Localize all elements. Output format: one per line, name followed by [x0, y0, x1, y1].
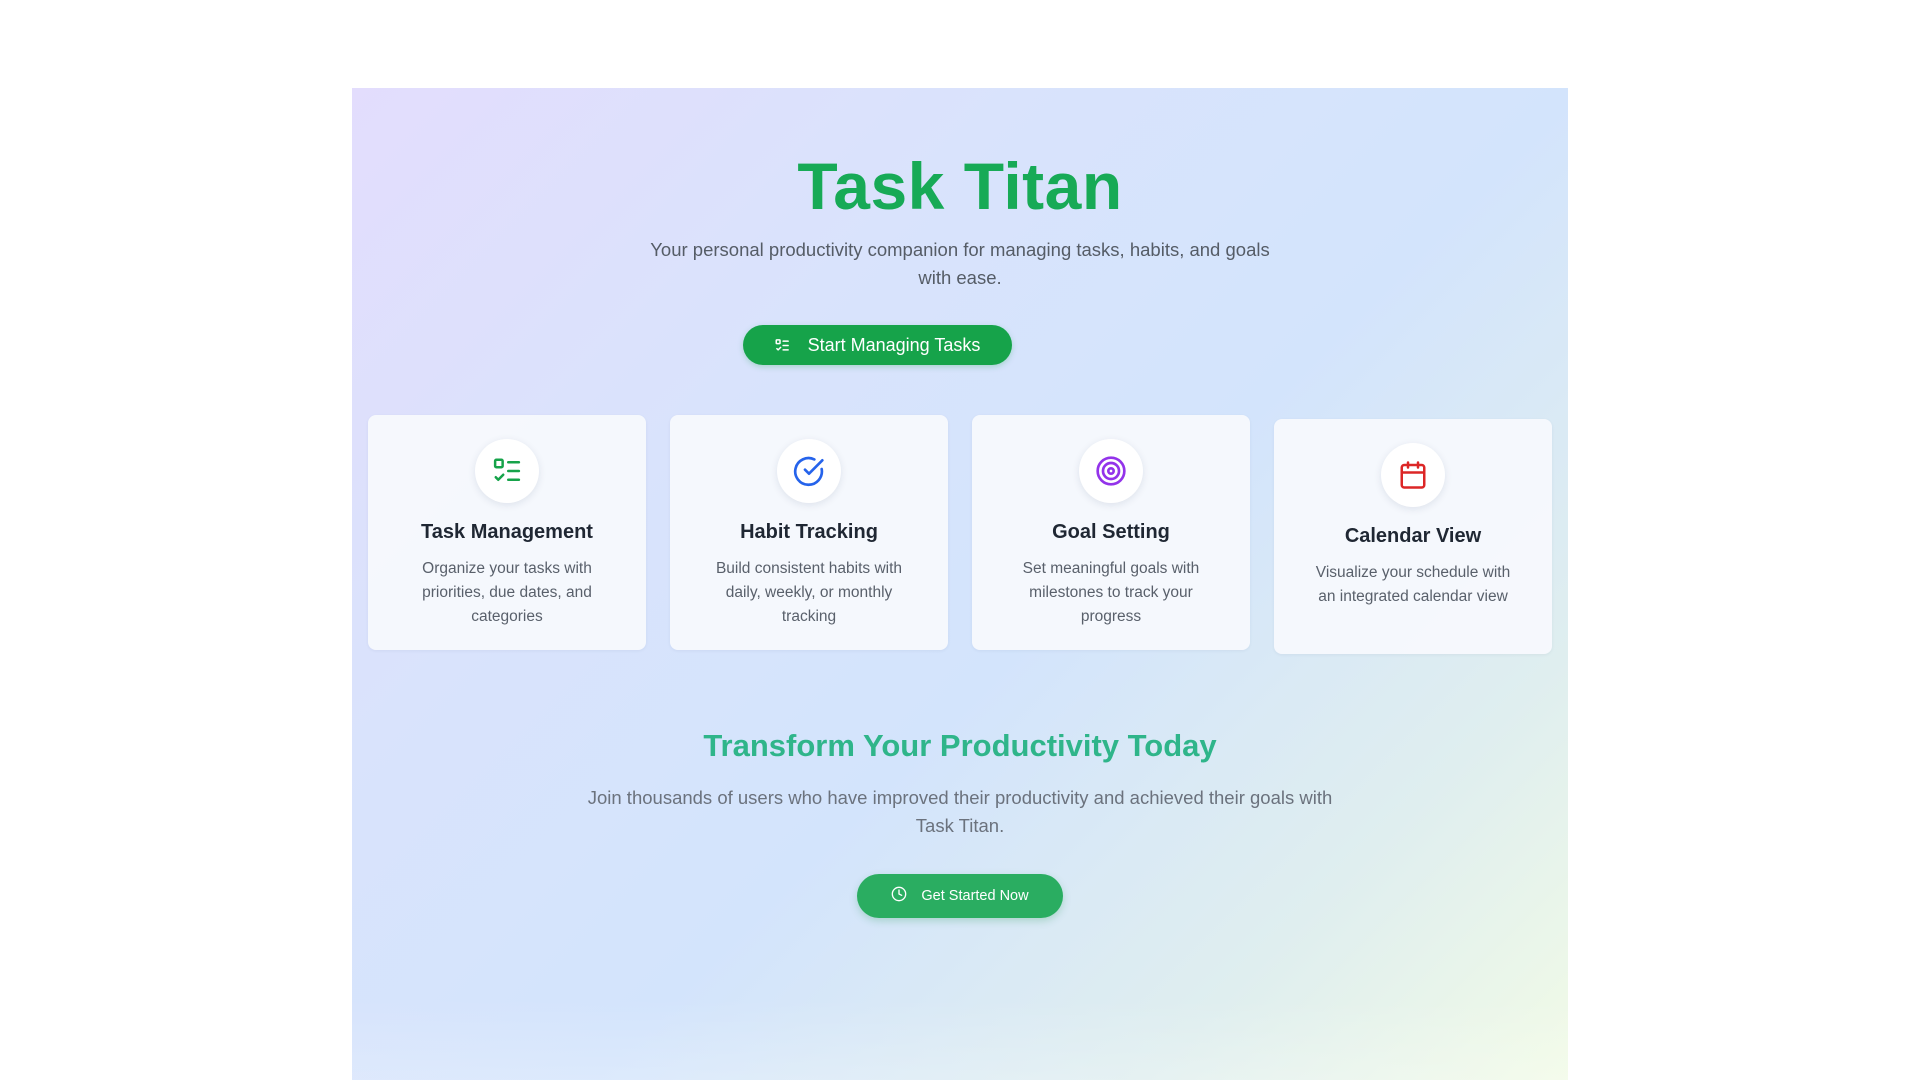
start-managing-tasks-button[interactable]: Start Managing Tasks	[743, 325, 1012, 365]
feature-description: Visualize your schedule with an integrat…	[1315, 564, 1511, 605]
feature-description: Organize your tasks with priorities, due…	[422, 560, 592, 625]
get-started-label: Get Started Now	[921, 888, 1029, 904]
start-managing-tasks-label: Start Managing Tasks	[807, 334, 981, 355]
get-started-button[interactable]: Get Started Now	[857, 874, 1063, 918]
feature-card-goal-setting: Goal Setting Set meaningful goals with m…	[972, 415, 1250, 650]
landing-page: Task Titan Your personal productivity co…	[0, 0, 1920, 1080]
feature-title: Goal Setting	[1052, 521, 1170, 543]
feature-title: Task Management	[421, 521, 593, 543]
feature-card-habit-tracking: Habit Tracking Build consistent habits w…	[670, 415, 948, 650]
list-check-icon	[475, 439, 539, 503]
feature-title: Calendar View	[1344, 525, 1482, 547]
feature-description: Set meaningful goals with milestones to …	[1022, 560, 1200, 625]
feature-card-calendar-view: Calendar View Visualize your schedule wi…	[1274, 419, 1552, 654]
clock-icon	[891, 886, 907, 906]
calendar-icon	[1381, 443, 1445, 507]
list-check-icon	[775, 338, 790, 353]
cta-subtitle: Join thousands of users who have improve…	[587, 787, 1333, 836]
feature-title: Habit Tracking	[740, 521, 878, 543]
cta-title: Transform Your Productivity Today	[703, 728, 1217, 763]
feature-card-task-management: Task Management Organize your tasks with…	[368, 415, 646, 650]
target-icon	[1079, 439, 1143, 503]
circle-check-icon	[777, 439, 841, 503]
feature-description: Build consistent habits with daily, week…	[715, 560, 903, 625]
hero-subtitle: Your personal productivity companion for…	[650, 239, 1270, 288]
app-title: Task Titan	[797, 149, 1123, 223]
hero-section: Task Titan Your personal productivity co…	[352, 88, 1568, 1080]
